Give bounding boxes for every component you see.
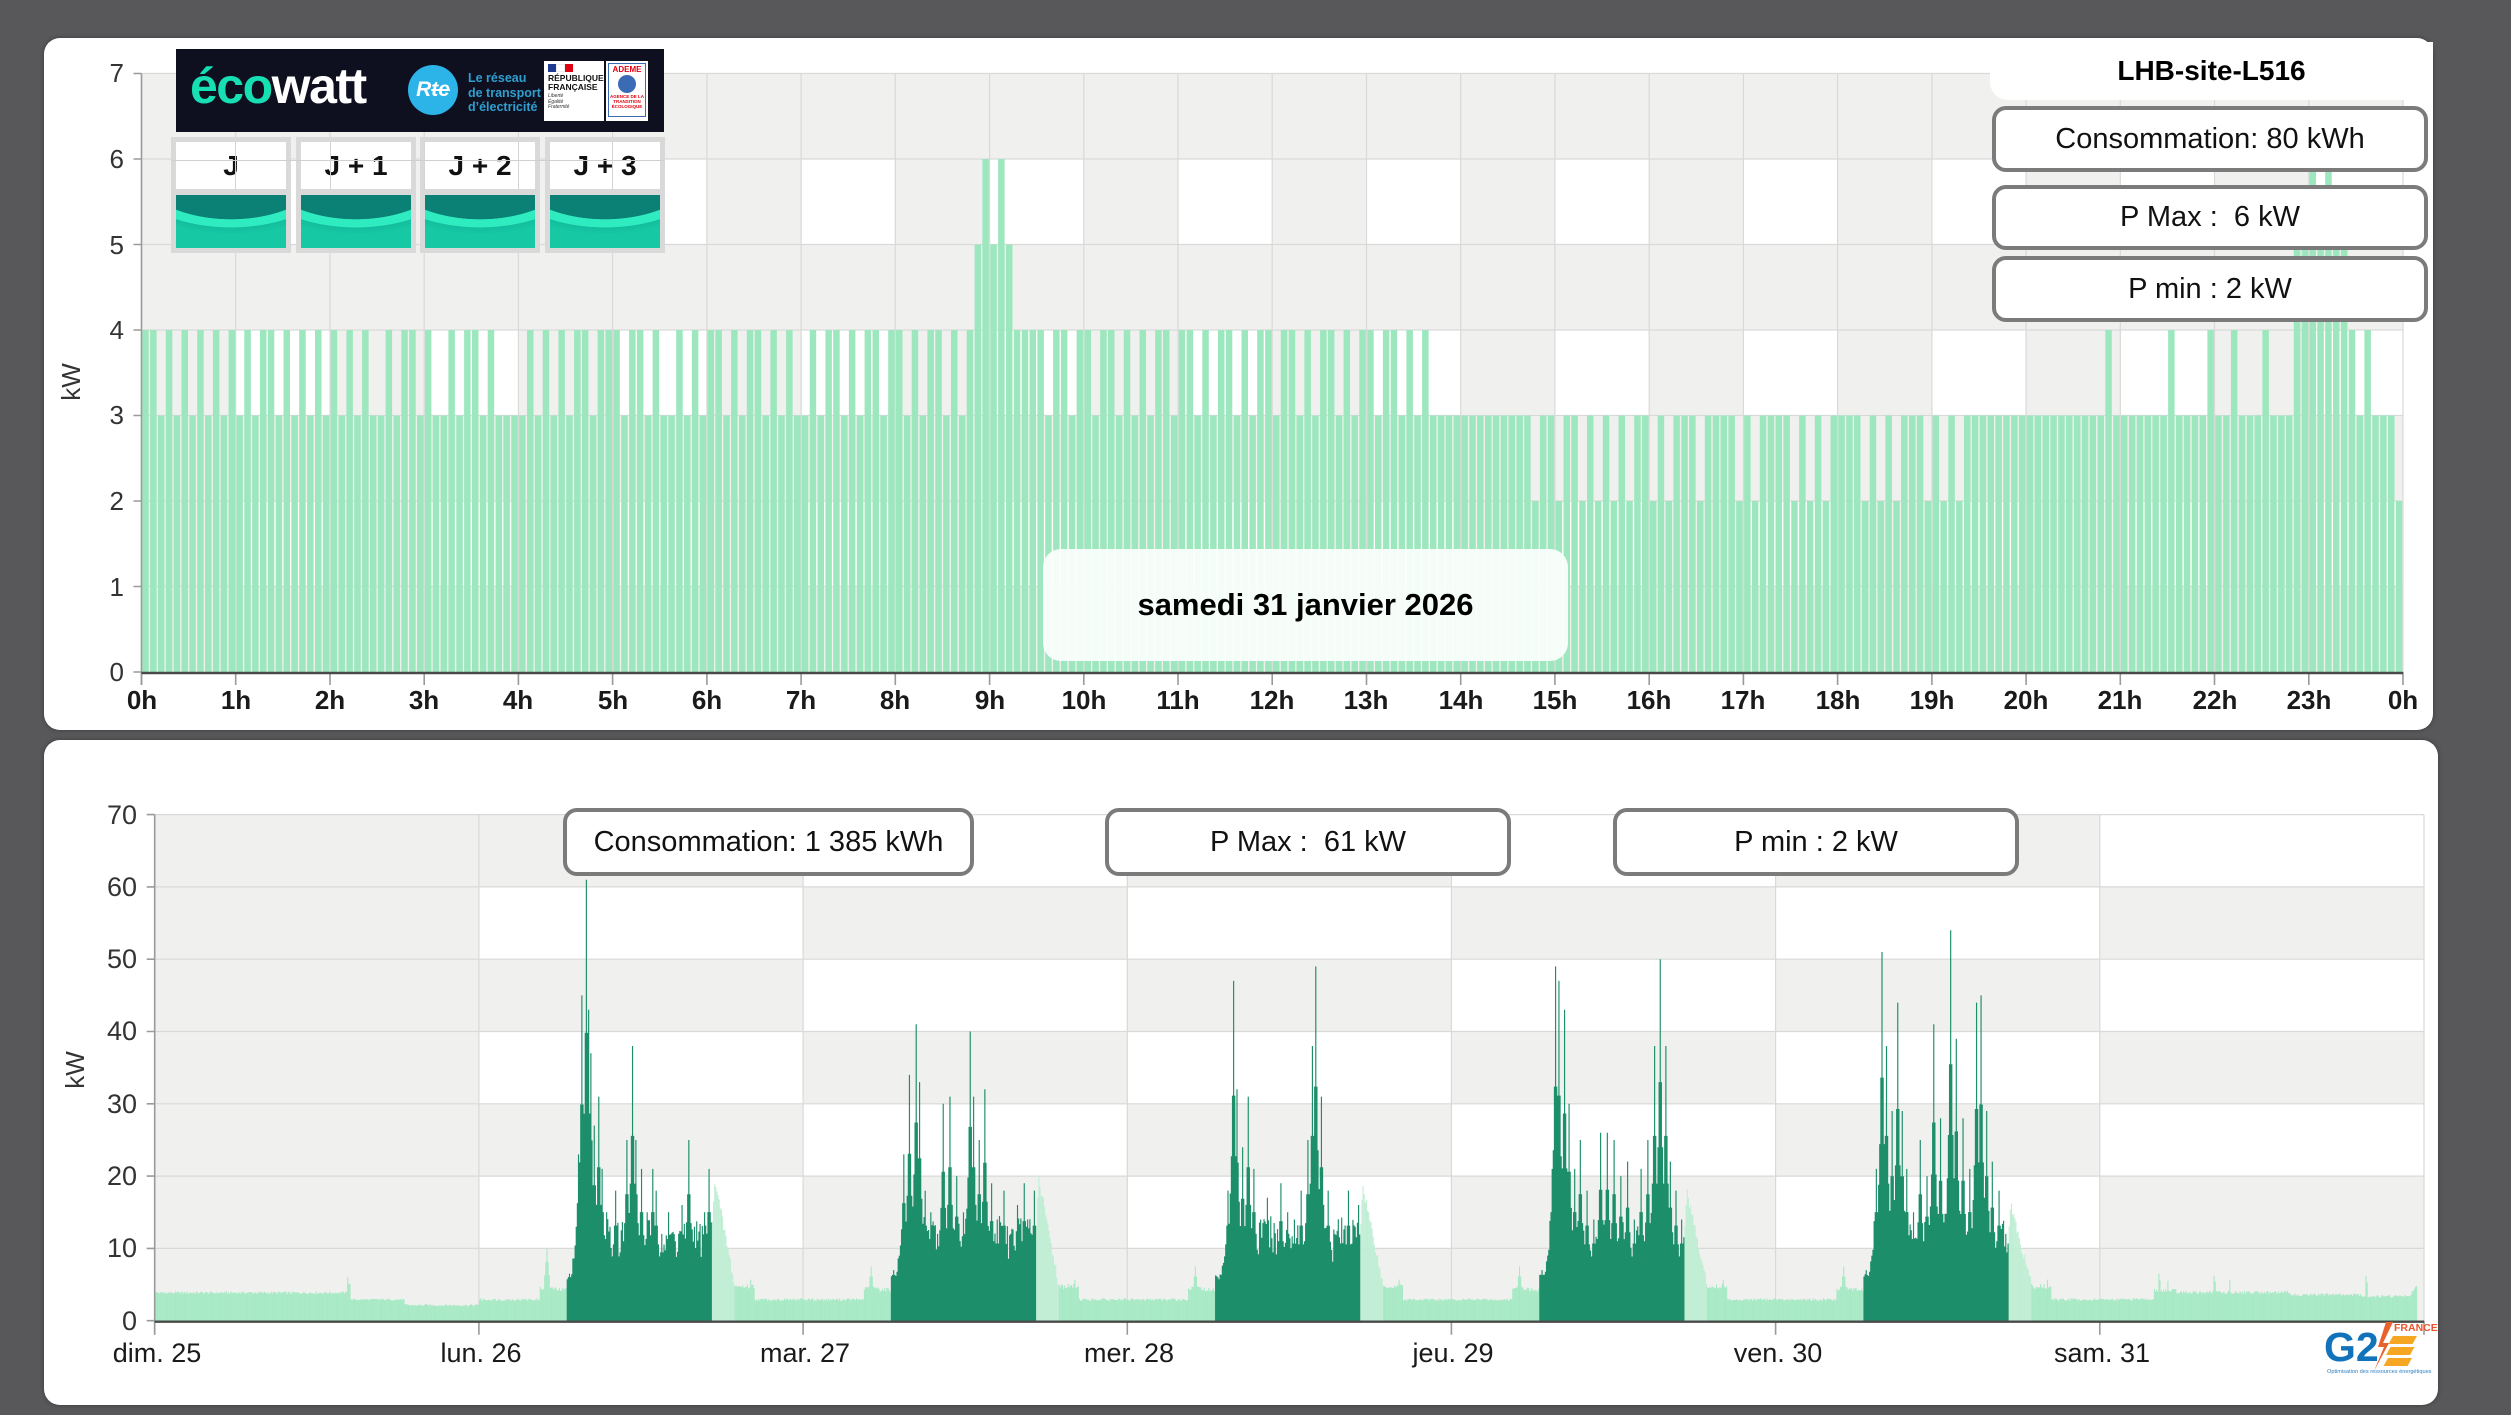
svg-text:17h: 17h	[1721, 685, 1766, 715]
svg-text:0: 0	[110, 657, 124, 687]
svg-text:5: 5	[110, 230, 124, 260]
svg-text:14h: 14h	[1439, 685, 1484, 715]
svg-text:15h: 15h	[1533, 685, 1578, 715]
svg-text:18h: 18h	[1816, 685, 1861, 715]
svg-text:20h: 20h	[2004, 685, 2049, 715]
svg-text:2h: 2h	[315, 685, 345, 715]
svg-text:kW: kW	[56, 363, 86, 401]
svg-text:40: 40	[107, 1016, 137, 1046]
svg-text:7: 7	[110, 58, 124, 88]
svg-text:lun. 26: lun. 26	[440, 1338, 521, 1368]
svg-text:11h: 11h	[1156, 685, 1199, 715]
svg-text:7h: 7h	[786, 685, 816, 715]
svg-text:G2: G2	[2324, 1324, 2379, 1370]
svg-text:1: 1	[110, 572, 124, 602]
svg-text:0: 0	[122, 1306, 137, 1336]
svg-text:dim. 25: dim. 25	[113, 1338, 202, 1368]
svg-text:20: 20	[107, 1161, 137, 1191]
svg-text:0h: 0h	[2388, 685, 2418, 715]
svg-text:23h: 23h	[2287, 685, 2332, 715]
svg-text:6: 6	[110, 144, 124, 174]
svg-text:4: 4	[110, 315, 124, 345]
svg-text:70: 70	[107, 800, 137, 830]
svg-text:3: 3	[110, 400, 124, 430]
svg-text:12h: 12h	[1250, 685, 1295, 715]
svg-text:2: 2	[110, 486, 124, 516]
svg-text:6h: 6h	[692, 685, 722, 715]
svg-text:kW: kW	[60, 1051, 90, 1089]
svg-text:sam. 31: sam. 31	[2054, 1338, 2150, 1368]
svg-text:60: 60	[107, 872, 137, 902]
svg-text:10h: 10h	[1062, 685, 1107, 715]
svg-text:3h: 3h	[409, 685, 439, 715]
svg-text:jeu. 29: jeu. 29	[1411, 1338, 1493, 1368]
svg-text:FRANCE: FRANCE	[2394, 1322, 2438, 1334]
svg-text:22h: 22h	[2193, 685, 2238, 715]
svg-text:4h: 4h	[503, 685, 533, 715]
svg-text:50: 50	[107, 944, 137, 974]
svg-text:30: 30	[107, 1089, 137, 1119]
svg-text:mer. 28: mer. 28	[1084, 1338, 1174, 1368]
svg-text:Optimisation des ressources én: Optimisation des ressources énergétiques	[2327, 1369, 2432, 1375]
svg-text:0h: 0h	[127, 685, 157, 715]
svg-text:13h: 13h	[1344, 685, 1389, 715]
svg-text:19h: 19h	[1910, 685, 1955, 715]
svg-text:16h: 16h	[1627, 685, 1672, 715]
svg-text:ven. 30: ven. 30	[1734, 1338, 1823, 1368]
svg-text:9h: 9h	[975, 685, 1005, 715]
svg-text:1h: 1h	[221, 685, 251, 715]
svg-text:8h: 8h	[880, 685, 910, 715]
svg-text:mar. 27: mar. 27	[760, 1338, 850, 1368]
svg-text:5h: 5h	[598, 685, 628, 715]
svg-text:10: 10	[107, 1233, 137, 1263]
svg-text:21h: 21h	[2098, 685, 2143, 715]
